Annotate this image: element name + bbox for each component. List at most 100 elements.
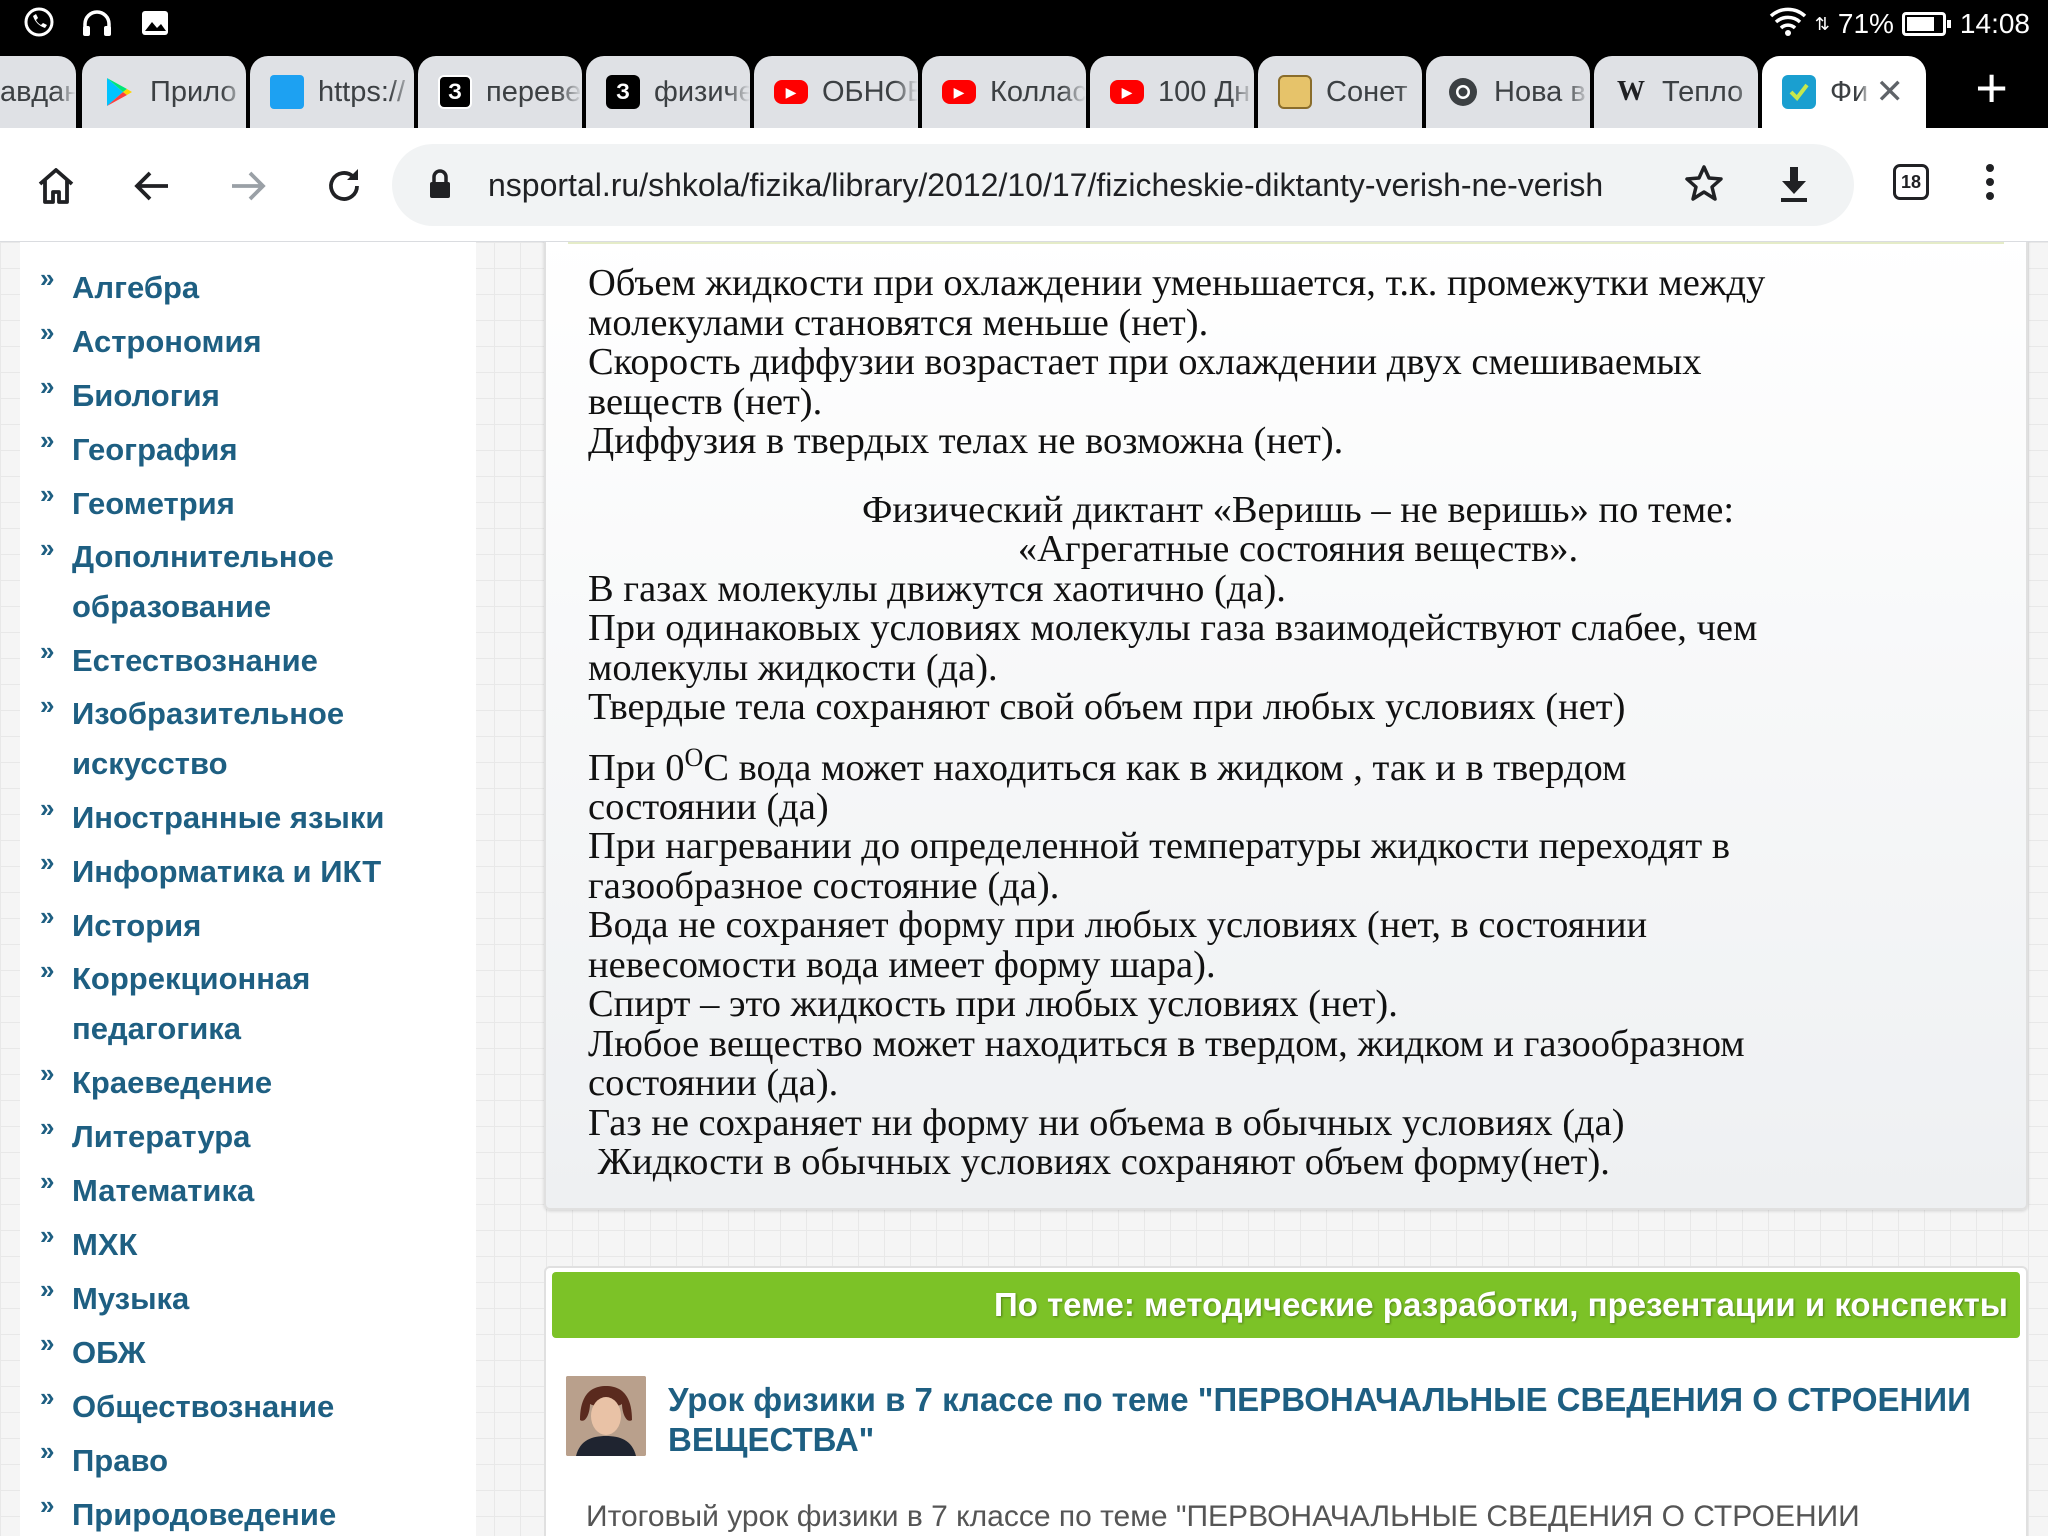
clock: 14:08 [1959,8,2030,39]
status-bar: ⇅ 71% 14:08 [0,0,2048,48]
sidebar-item[interactable]: Обществознание [20,1372,476,1432]
text-line: Диффузия в твердых телах не возможна (не… [588,420,1344,462]
sidebar-item[interactable]: Алгебра [20,253,476,313]
text-line: Любое вещество может находиться в твердо… [588,1022,1745,1065]
browser-tab[interactable]: авдан [0,56,76,128]
sidebar-item[interactable]: Музыка [20,1264,476,1324]
browser-tab[interactable]: Прило [82,56,246,128]
gallery-icon [138,6,172,40]
browser-tab[interactable]: Нова в [1426,56,1590,128]
download-icon[interactable] [1772,162,1816,211]
text-line: газообразное состояние (да). [588,864,1060,907]
nsportal-icon [1782,75,1816,109]
sidebar-item[interactable]: Дополнительное образование [20,523,340,632]
znanija-icon: З [606,75,640,109]
overflow-menu-icon[interactable] [1986,164,1996,206]
browser-tab[interactable]: З физиче [586,56,750,128]
close-tab-icon[interactable]: ✕ [1876,72,1905,112]
browser-tab[interactable]: ▶ 100 Дн [1090,56,1254,128]
text-line: Объем жидкости при охлаждении уменьшаетс… [588,262,1766,304]
bookmark-star-icon[interactable] [1682,162,1726,211]
headphones-icon [80,6,114,40]
document-text: Объем жидкости при охлаждении уменьшаетс… [588,262,2008,1184]
text-line: При одинаковых условиях молекулы газа вз… [588,607,1758,649]
text-line: состоянии (да) [588,785,829,828]
sidebar-item[interactable]: Изобразительное искусство [20,680,344,789]
section-heading: «Агрегатные состояния веществ». [1017,528,1579,570]
text-line: При 0ОС вода может находиться как в жидк… [588,742,1627,789]
text-line: Спирт – это жидкость при любых условиях … [588,983,1398,1026]
blue-app-icon [270,75,304,109]
url-text[interactable]: nsportal.ru/shkola/fizika/library/2012/1… [488,164,1624,206]
sidebar-item[interactable]: Биология [20,361,476,421]
znanija-icon: З [438,75,472,109]
sidebar-item[interactable]: Информатика и ИКТ [20,837,476,897]
browser-tab[interactable]: https:// [250,56,414,128]
lock-icon[interactable] [428,168,452,207]
reload-button[interactable] [314,156,374,216]
author-avatar[interactable] [566,1376,646,1456]
text-line: Газ не сохраняет ни форму ни объема в об… [588,1101,1625,1144]
browser-tab[interactable]: ▶ Коллас [922,56,1086,128]
youtube-icon: ▶ [774,80,808,104]
forward-button[interactable] [218,156,278,216]
sidebar-item[interactable]: Естествознание [20,626,476,686]
signal-icon: ⇅ [1814,13,1830,34]
browser-tab[interactable]: W Тепло [1594,56,1758,128]
text-line: состоянии (да). [588,1062,839,1105]
battery-percent: 71% [1837,8,1894,39]
text-line: веществ (нет). [588,380,823,423]
section-heading: Физический диктант «Веришь – не веришь» … [861,488,1735,531]
address-bar[interactable]: nsportal.ru/shkola/fizika/library/2012/1… [392,144,1854,226]
back-button[interactable] [122,156,182,216]
tab-strip: авдан Прило https:// З переве З физиче ▶… [0,48,2048,128]
sidebar-item[interactable]: МХК [20,1210,476,1270]
image-icon [1278,75,1312,109]
chrome-icon [1446,75,1480,109]
viber-icon [22,6,56,40]
lesson-link[interactable]: Урок физики в 7 классе по теме "ПЕРВОНАЧ… [668,1380,1988,1460]
tab-switcher-button[interactable]: 18 [1893,164,1929,200]
arrow-right-icon [232,171,266,201]
browser-tab[interactable]: Сонет [1258,56,1422,128]
text-line: Твердые тела сохраняют свой объем при лю… [588,686,1626,728]
browser-tab[interactable]: З переве [418,56,582,128]
wifi-icon [1769,6,1807,43]
browser-toolbar: nsportal.ru/shkola/fizika/library/2012/1… [0,128,2048,242]
sidebar-item[interactable]: География [20,415,476,475]
sidebar-item[interactable]: Право [20,1426,476,1486]
arrow-left-icon [134,171,168,201]
text-line: молекулами становятся меньше (нет). [588,301,1209,344]
sidebar-item[interactable]: Краеведение [20,1048,476,1108]
home-icon [38,168,74,204]
home-button[interactable] [26,156,86,216]
browser-tab-active[interactable]: Фи ✕ [1762,56,1926,128]
text-line: Жидкости в обычных условиях сохраняют об… [588,1141,1610,1184]
lesson-description: Итоговый урок физики в 7 классе по теме … [586,1500,1860,1533]
sidebar-item[interactable]: Математика [20,1156,476,1216]
youtube-icon: ▶ [1110,80,1144,104]
sidebar-item[interactable]: Коррекционная педагогика [20,945,340,1054]
text-line: невесомости вода имеет форму шара). [588,943,1216,986]
text-line: В газах молекулы движутся хаотично (да). [588,567,1286,610]
sidebar-item[interactable]: Астрономия [20,307,476,367]
article-content: Объем жидкости при охлаждении уменьшаетс… [544,242,2028,1210]
text-line: Вода не сохраняет форму при любых услови… [588,904,1648,947]
sidebar-item[interactable]: Литература [20,1102,476,1162]
new-tab-button[interactable]: + [1975,60,2008,116]
sidebar-item[interactable]: История [20,891,476,951]
divider [568,242,2004,244]
sidebar-item[interactable]: Природоведение [20,1480,476,1536]
text-line: молекулы жидкости (да). [588,646,998,689]
battery-icon [1901,12,1951,36]
related-header: По теме: методические разработки, презен… [552,1272,2020,1338]
youtube-icon: ▶ [942,80,976,104]
browser-tab[interactable]: ▶ ОБНОВ [754,56,918,128]
wikipedia-icon: W [1617,76,1645,107]
text-line: Скорость диффузии возрастает при охлажде… [588,341,1702,383]
subject-sidebar: Алгебра Астрономия Биология География Ге… [20,242,476,1536]
sidebar-item[interactable]: Геометрия [20,469,476,529]
text-line: При нагревании до определенной температу… [588,825,1730,868]
sidebar-item[interactable]: ОБЖ [20,1318,476,1378]
sidebar-item[interactable]: Иностранные языки [20,783,476,843]
